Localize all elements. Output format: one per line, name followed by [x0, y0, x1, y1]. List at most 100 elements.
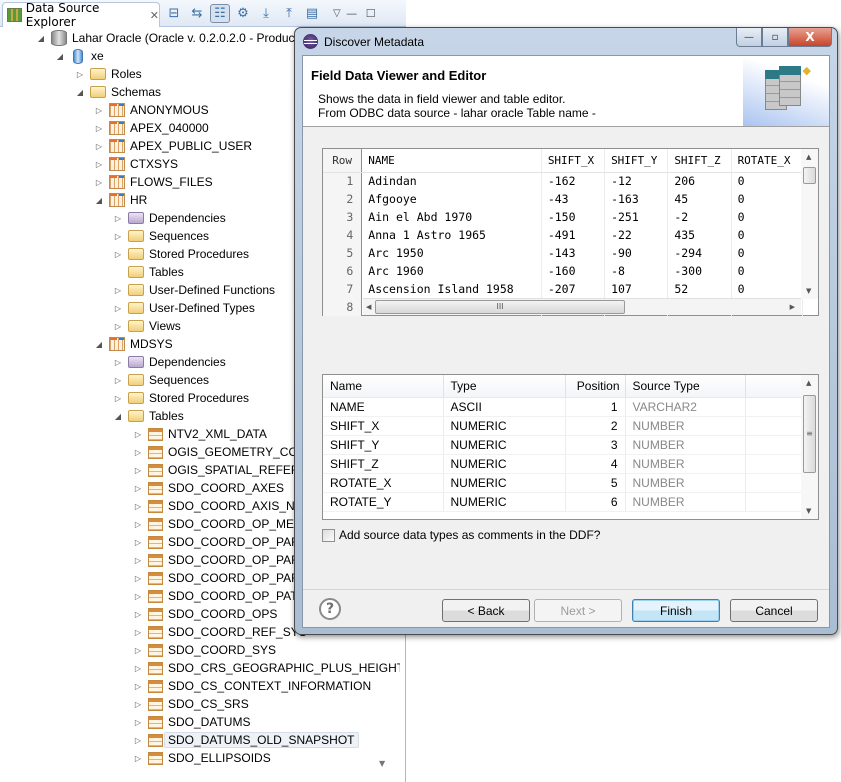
tree-node[interactable]: ▷ SDO_CRS_GEOGRAPHIC_PLUS_HEIGHT: [133, 659, 400, 677]
minimize-button[interactable]: —: [736, 28, 762, 47]
table-cell[interactable]: NUMERIC: [443, 435, 566, 455]
table-cell[interactable]: NAME: [323, 397, 444, 417]
maximize-button[interactable]: ▫: [762, 28, 788, 47]
table-cell[interactable]: 0: [731, 208, 804, 226]
tree-node[interactable]: ▷ SDO_DATUMS: [133, 713, 251, 731]
tree-node[interactable]: ◢ Tables: [113, 407, 184, 425]
collapsed-arrow-icon[interactable]: ▷: [133, 520, 143, 529]
close-tab-icon[interactable]: ✕: [150, 9, 159, 22]
table-row[interactable]: ROTATE_X NUMERIC 5 NUMBER: [323, 473, 804, 493]
tree-node[interactable]: ▷ Stored Procedures: [113, 389, 249, 407]
tab-data-source-explorer[interactable]: Data Source Explorer ✕: [2, 1, 160, 29]
table-row[interactable]: SHIFT_Z NUMERIC 4 NUMBER: [323, 454, 804, 474]
column-header[interactable]: Position: [565, 375, 626, 398]
table-cell[interactable]: 0: [731, 190, 804, 208]
column-header[interactable]: ROTATE_X: [731, 149, 804, 173]
expanded-arrow-icon[interactable]: ◢: [36, 34, 46, 43]
tree-node[interactable]: ▷ SDO_ELLIPSOIDS: [133, 749, 271, 767]
collapsed-arrow-icon[interactable]: ▷: [113, 322, 123, 331]
column-header[interactable]: Name: [323, 375, 444, 398]
table-cell[interactable]: -2: [667, 208, 732, 226]
table-row[interactable]: 4 Anna 1 Astro 1965 -491 -22 435 0: [323, 226, 804, 244]
tree-node[interactable]: ▷ APEX_040000: [94, 119, 209, 137]
collapsed-arrow-icon[interactable]: ▷: [133, 736, 143, 745]
table-row[interactable]: 2 Afgooye -43 -163 45 0: [323, 190, 804, 208]
finish-button[interactable]: Finish: [632, 599, 720, 622]
table-row[interactable]: 6 Arc 1960 -160 -8 -300 0: [323, 262, 804, 280]
collapsed-arrow-icon[interactable]: ▷: [113, 286, 123, 295]
scroll-left-icon[interactable]: ◀: [366, 303, 371, 311]
table-cell[interactable]: -300: [667, 262, 732, 280]
collapsed-arrow-icon[interactable]: ▷: [94, 106, 104, 115]
collapsed-arrow-icon[interactable]: ▷: [133, 448, 143, 457]
table-cell[interactable]: -491: [541, 226, 606, 244]
tree-node[interactable]: ◢ MDSYS: [94, 335, 173, 353]
column-header[interactable]: Row: [323, 149, 363, 173]
table-cell[interactable]: [745, 435, 804, 455]
import-icon[interactable]: ⤓: [256, 4, 276, 23]
collapsed-arrow-icon[interactable]: ▷: [133, 628, 143, 637]
add-source-types-option[interactable]: Add source data types as comments in the…: [322, 528, 600, 542]
collapsed-arrow-icon[interactable]: ▷: [94, 178, 104, 187]
table-cell[interactable]: NUMERIC: [443, 454, 566, 474]
dialog-title-bar[interactable]: Discover Metadata — ▫ X: [295, 28, 837, 55]
table-row[interactable]: NAME ASCII 1 VARCHAR2: [323, 397, 804, 417]
tree-node[interactable]: ▷ Dependencies: [113, 353, 226, 371]
table-cell[interactable]: 52: [667, 280, 732, 298]
help-icon[interactable]: ?: [319, 598, 341, 620]
collapsed-arrow-icon[interactable]: ▷: [133, 682, 143, 691]
table-cell[interactable]: 6: [565, 492, 626, 512]
collapsed-arrow-icon[interactable]: ▷: [133, 664, 143, 673]
table-row[interactable]: 3 Ain el Abd 1970 -150 -251 -2 0: [323, 208, 804, 226]
view-menu-icon[interactable]: ▽: [333, 8, 341, 19]
back-button[interactable]: < Back: [442, 599, 530, 622]
tree-node[interactable]: ▷ User-Defined Types: [113, 299, 255, 317]
expanded-arrow-icon[interactable]: ◢: [113, 412, 123, 421]
table-cell[interactable]: 2: [565, 416, 626, 436]
table-cell[interactable]: Arc 1950: [361, 244, 542, 262]
collapsed-arrow-icon[interactable]: ▷: [75, 70, 85, 79]
table-cell[interactable]: NUMBER: [625, 435, 746, 455]
tree-node[interactable]: ▷ SDO_COORD_OP_PATHS: [133, 587, 314, 605]
grid-vertical-scrollbar[interactable]: ▲ ▼: [801, 149, 818, 299]
collapsed-arrow-icon[interactable]: ▷: [133, 502, 143, 511]
table-cell[interactable]: -162: [541, 172, 606, 190]
tree-node[interactable]: ▷ Sequences: [113, 371, 209, 389]
collapsed-arrow-icon[interactable]: ▷: [133, 538, 143, 547]
table-cell[interactable]: 1: [565, 397, 626, 417]
tree-node[interactable]: ▷ SDO_COORD_OPS: [133, 605, 277, 623]
tree-layout-icon[interactable]: ☷: [210, 4, 230, 23]
tree-node[interactable]: ▷ SDO_CS_SRS: [133, 695, 249, 713]
scroll-up-icon[interactable]: ▲: [806, 153, 811, 161]
table-row[interactable]: 5 Arc 1950 -143 -90 -294 0: [323, 244, 804, 262]
collapsed-arrow-icon[interactable]: ▷: [113, 232, 123, 241]
table-cell[interactable]: 45: [667, 190, 732, 208]
expanded-arrow-icon[interactable]: ◢: [55, 52, 65, 61]
tree-node[interactable]: ▷ ANONYMOUS: [94, 101, 209, 119]
tree-node[interactable]: ◢ Lahar Oracle (Oracle v. 0.2.0.2.0 - Pro…: [36, 29, 314, 47]
grid-horizontal-scrollbar[interactable]: ◀ III ▶: [363, 298, 801, 315]
column-header[interactable]: SHIFT_Z: [667, 149, 732, 173]
collapsed-arrow-icon[interactable]: ▷: [113, 304, 123, 313]
table-cell[interactable]: Adindan: [361, 172, 542, 190]
table-cell[interactable]: -22: [604, 226, 669, 244]
grid-horizontal-thumb[interactable]: III: [375, 300, 625, 314]
table-row[interactable]: SHIFT_Y NUMERIC 3 NUMBER: [323, 435, 804, 455]
table-cell[interactable]: Arc 1960: [361, 262, 542, 280]
table-cell[interactable]: SHIFT_Z: [323, 454, 444, 474]
collapsed-arrow-icon[interactable]: ▷: [133, 430, 143, 439]
column-header[interactable]: SHIFT_Y: [604, 149, 669, 173]
tree-node[interactable]: ◢ xe: [55, 47, 104, 65]
table-cell[interactable]: [745, 492, 804, 512]
scroll-down-icon[interactable]: ▼: [806, 287, 811, 295]
table-cell[interactable]: -143: [541, 244, 606, 262]
tree-node[interactable]: ▷ APEX_PUBLIC_USER: [94, 137, 252, 155]
table-cell[interactable]: NUMERIC: [443, 416, 566, 436]
fields-vertical-scrollbar[interactable]: ▲ ≡ ▼: [801, 375, 818, 519]
table-row[interactable]: SHIFT_X NUMERIC 2 NUMBER: [323, 416, 804, 436]
table-cell[interactable]: 4: [565, 454, 626, 474]
table-cell[interactable]: 0: [731, 172, 804, 190]
collapsed-arrow-icon[interactable]: ▷: [133, 610, 143, 619]
tree-node[interactable]: ▷ SDO_DATUMS_OLD_SNAPSHOT: [133, 731, 359, 749]
column-header[interactable]: Source Type: [625, 375, 746, 398]
